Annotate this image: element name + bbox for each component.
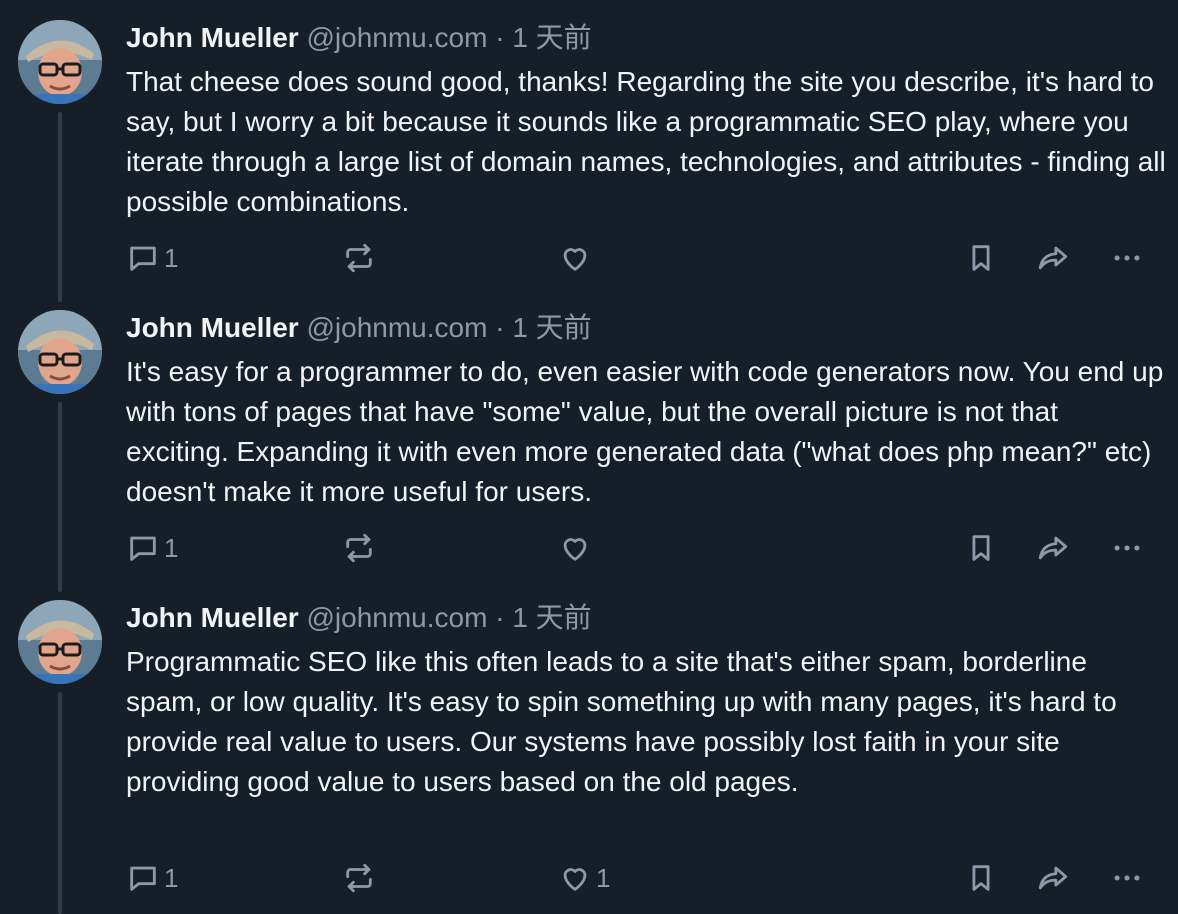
post-text: That cheese does sound good, thanks! Reg… [126,66,1166,217]
more-button[interactable] [1110,238,1144,278]
heart-icon [558,861,592,895]
share-button[interactable] [1036,858,1070,898]
like-count: 1 [596,862,611,893]
like-button[interactable] [558,238,596,278]
thread-line [58,692,62,914]
separator: · [495,22,505,53]
like-button[interactable] [558,528,596,568]
reply-icon [126,531,160,565]
author-name[interactable]: John Mueller [126,602,299,633]
bookmark-icon [964,531,998,565]
reply-count: 1 [164,862,179,893]
bookmark-button[interactable] [964,858,998,898]
like-button[interactable]: 1 [558,858,610,898]
more-icon [1110,861,1144,895]
author-handle[interactable]: @johnmu.com [306,312,487,343]
reply-icon [126,861,160,895]
bookmark-button[interactable] [964,528,998,568]
post[interactable]: John Mueller @johnmu.com · 1 天前 Programm… [0,580,1178,914]
share-button[interactable] [1036,238,1070,278]
avatar[interactable] [18,20,102,104]
post-text: Programmatic SEO like this often leads t… [126,646,1117,797]
share-icon [1036,241,1070,275]
repost-icon [342,861,376,895]
post[interactable]: John Mueller @johnmu.com · 1 天前 That che… [0,0,1178,302]
author-name[interactable]: John Mueller [126,22,299,53]
reply-count: 1 [164,242,179,273]
post-text: It's easy for a programmer to do, even e… [126,356,1164,507]
thread-line [58,112,62,302]
more-icon [1110,241,1144,275]
post-time[interactable]: 1 天前 [512,602,591,633]
share-button[interactable] [1036,528,1070,568]
separator: · [495,312,505,343]
heart-icon [558,531,592,565]
post[interactable]: John Mueller @johnmu.com · 1 天前 It's eas… [0,290,1178,592]
post-header: John Mueller @johnmu.com · 1 天前 [126,308,1166,348]
post-content: John Mueller @johnmu.com · 1 天前 It's eas… [126,308,1166,512]
post-actions: 1 1 [126,858,1156,898]
repost-button[interactable] [342,528,380,568]
reply-icon [126,241,160,275]
separator: · [495,602,505,633]
share-icon [1036,531,1070,565]
post-content: John Mueller @johnmu.com · 1 天前 Programm… [126,598,1166,802]
thread-line [58,402,62,592]
post-content: John Mueller @johnmu.com · 1 天前 That che… [126,18,1166,222]
share-icon [1036,861,1070,895]
author-name[interactable]: John Mueller [126,312,299,343]
reply-count: 1 [164,532,179,563]
repost-button[interactable] [342,858,380,898]
avatar[interactable] [18,600,102,684]
avatar[interactable] [18,310,102,394]
bookmark-icon [964,241,998,275]
post-actions: 1 [126,238,1156,278]
post-actions: 1 [126,528,1156,568]
bookmark-icon [964,861,998,895]
reply-button[interactable]: 1 [126,528,178,568]
post-header: John Mueller @johnmu.com · 1 天前 [126,18,1166,58]
thread: John Mueller @johnmu.com · 1 天前 That che… [0,0,1178,914]
author-handle[interactable]: @johnmu.com [306,22,487,53]
author-handle[interactable]: @johnmu.com [306,602,487,633]
repost-button[interactable] [342,238,380,278]
repost-icon [342,531,376,565]
post-time[interactable]: 1 天前 [512,312,591,343]
repost-icon [342,241,376,275]
more-button[interactable] [1110,858,1144,898]
heart-icon [558,241,592,275]
reply-button[interactable]: 1 [126,858,178,898]
post-time[interactable]: 1 天前 [512,22,591,53]
bookmark-button[interactable] [964,238,998,278]
more-icon [1110,531,1144,565]
post-header: John Mueller @johnmu.com · 1 天前 [126,598,1166,638]
more-button[interactable] [1110,528,1144,568]
reply-button[interactable]: 1 [126,238,178,278]
